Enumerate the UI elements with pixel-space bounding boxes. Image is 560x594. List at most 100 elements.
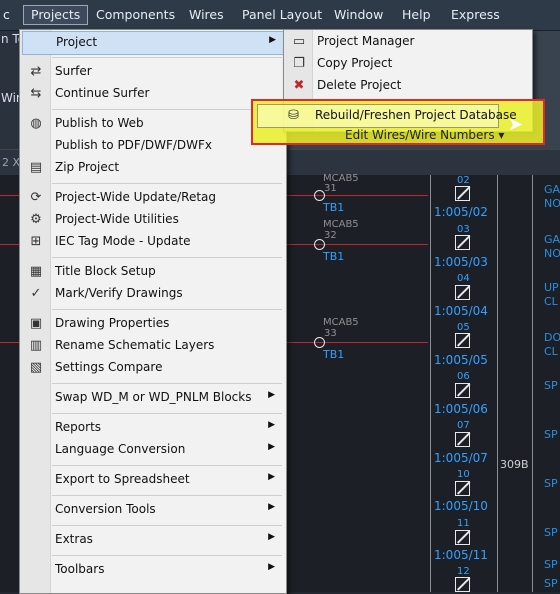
menu-separator xyxy=(52,413,282,414)
iec-tag-icon: ⊞ xyxy=(30,234,42,249)
menu-item-label: Publish to Web xyxy=(55,116,144,130)
terminal-box[interactable] xyxy=(455,285,470,300)
ref-number: 03 xyxy=(457,224,470,235)
submenu-item-label: Rebuild/Freshen Project Database xyxy=(315,108,517,122)
menu-separator xyxy=(52,57,282,58)
cross-reference[interactable]: 1:005/10 xyxy=(434,499,488,513)
terminal-box[interactable] xyxy=(455,186,470,201)
ribbon-fragment-2: Wir xyxy=(1,91,21,105)
menu-item-label: Project xyxy=(56,35,98,49)
ref-number: 10 xyxy=(457,469,470,480)
ref-number: 12 xyxy=(457,566,470,577)
delete-project-icon: ✖ xyxy=(293,78,305,93)
right-label: SP xyxy=(544,477,558,490)
rebuild-database-icon: ⛁ xyxy=(288,108,299,123)
menu-separator xyxy=(52,465,282,466)
menu-item-mark-verify[interactable]: ✓ Mark/Verify Drawings xyxy=(22,283,283,305)
menu-item-title-block-setup[interactable]: ▦ Title Block Setup xyxy=(22,261,283,283)
menu-separator xyxy=(52,495,282,496)
mouse-cursor-icon: ➤ xyxy=(508,114,524,135)
drawing-properties-icon: ▣ xyxy=(29,316,43,331)
menu-item-iec-tag-mode[interactable]: ⊞ IEC Tag Mode - Update xyxy=(22,231,283,253)
cross-reference[interactable]: 1:005/02 xyxy=(434,205,488,219)
menu-item-label: Rename Schematic Layers xyxy=(55,338,215,352)
terminal-box[interactable] xyxy=(455,333,470,348)
menu-item-drawing-properties[interactable]: ▣ Drawing Properties xyxy=(22,313,283,335)
submenu-arrow-icon: ▶ xyxy=(268,442,275,452)
projects-menu: Project ▶ ⇄ Surfer ⇆ Continue Surfer ◍ P… xyxy=(19,29,287,594)
mcab-number: 32 xyxy=(324,230,337,241)
menu-components[interactable]: Components xyxy=(89,6,182,24)
terminal-box[interactable] xyxy=(455,530,470,545)
menu-item-extras[interactable]: Extras ▶ xyxy=(22,529,283,551)
cross-reference[interactable]: 1:005/05 xyxy=(434,353,488,367)
right-label: SP xyxy=(544,558,558,571)
terminal-box[interactable] xyxy=(455,432,470,447)
menu-separator xyxy=(52,257,282,258)
menu-item-project-wide-utilities[interactable]: ⚙ Project-Wide Utilities xyxy=(22,209,283,231)
submenu-item-label: Copy Project xyxy=(317,56,393,70)
menu-separator xyxy=(52,525,282,526)
project-manager-icon: ▭ xyxy=(292,34,306,49)
menu-item-label: Settings Compare xyxy=(55,360,163,374)
submenu-item-project-manager[interactable]: ▭ Project Manager xyxy=(286,31,529,53)
cross-reference[interactable]: 1:005/04 xyxy=(434,304,488,318)
menu-item-export-to-spreadsheet[interactable]: Export to Spreadsheet ▶ xyxy=(22,469,283,491)
cross-reference[interactable]: 1:005/06 xyxy=(434,402,488,416)
terminal-box[interactable] xyxy=(455,235,470,250)
menu-projects[interactable]: Projects xyxy=(23,5,89,25)
menu-item-swap-blocks[interactable]: Swap WD_M or WD_PNLM Blocks ▶ xyxy=(22,387,283,409)
mcab-number: 31 xyxy=(324,183,337,194)
menu-item-toolbars[interactable]: Toolbars ▶ xyxy=(22,559,283,581)
menu-item-conversion-tools[interactable]: Conversion Tools ▶ xyxy=(22,499,283,521)
menu-separator xyxy=(52,383,282,384)
right-label: CL xyxy=(544,345,558,358)
menu-item-project[interactable]: Project ▶ xyxy=(22,31,285,55)
menu-express[interactable]: Express xyxy=(444,6,507,24)
utilities-icon: ⚙ xyxy=(30,212,42,227)
submenu-item-rebuild-database[interactable]: ⛁ Rebuild/Freshen Project Database xyxy=(257,104,517,128)
menu-item-publish-pdf[interactable]: Publish to PDF/DWF/DWFx xyxy=(22,135,283,157)
menu-item-label: Swap WD_M or WD_PNLM Blocks xyxy=(55,390,252,404)
mcab-number: 33 xyxy=(324,328,337,339)
mcab-label: MCAB5 xyxy=(323,317,359,328)
rail-line xyxy=(497,175,498,592)
menu-item-project-wide-update[interactable]: ⟳ Project-Wide Update/Retag xyxy=(22,187,283,209)
submenu-arrow-icon: ▶ xyxy=(268,472,275,482)
submenu-item-copy-project[interactable]: ❐ Copy Project xyxy=(286,53,529,75)
menu-window[interactable]: Window xyxy=(327,6,390,24)
submenu-arrow-icon: ▶ xyxy=(268,532,275,542)
menu-item-zip-project[interactable]: ▤ Zip Project xyxy=(22,157,283,179)
submenu-item-label: Project Manager xyxy=(317,34,415,48)
cross-reference[interactable]: 1:005/07 xyxy=(434,451,488,465)
settings-compare-icon: ▧ xyxy=(29,360,43,375)
terminal-box[interactable] xyxy=(455,577,470,592)
menu-item-language-conversion[interactable]: Language Conversion ▶ xyxy=(22,439,283,461)
edit-wires-label-text: Edit Wires/Wire Numbers xyxy=(345,128,495,142)
menu-item-rename-schematic-layers[interactable]: ▥ Rename Schematic Layers xyxy=(22,335,283,357)
menu-item-reports[interactable]: Reports ▶ xyxy=(22,417,283,439)
submenu-item-delete-project[interactable]: ✖ Delete Project xyxy=(286,75,529,97)
menu-item-label: Extras xyxy=(55,532,93,546)
surfer-icon: ⇄ xyxy=(30,64,42,79)
title-block-icon: ▦ xyxy=(29,264,43,279)
menu-c[interactable]: c xyxy=(0,6,17,24)
cross-reference[interactable]: 1:005/03 xyxy=(434,255,488,269)
wire-number-label[interactable]: 309B xyxy=(500,458,529,471)
tb-label: TB1 xyxy=(323,348,345,361)
menu-wires[interactable]: Wires xyxy=(182,6,231,24)
cross-reference[interactable]: 1:005/11 xyxy=(434,548,488,562)
menu-item-continue-surfer[interactable]: ⇆ Continue Surfer xyxy=(22,83,283,105)
update-retag-icon: ⟳ xyxy=(30,190,42,205)
menu-help[interactable]: Help xyxy=(395,6,438,24)
menu-item-surfer[interactable]: ⇄ Surfer xyxy=(22,61,283,83)
right-label: GA xyxy=(544,233,560,246)
menu-panel-layout[interactable]: Panel Layout xyxy=(235,6,329,24)
ref-number: 02 xyxy=(457,175,470,186)
menu-item-settings-compare[interactable]: ▧ Settings Compare xyxy=(22,357,283,379)
menu-item-publish-to-web[interactable]: ◍ Publish to Web xyxy=(22,113,283,135)
terminal-box[interactable] xyxy=(455,481,470,496)
terminal-box[interactable] xyxy=(455,383,470,398)
edit-wires-panel-label[interactable]: Edit Wires/Wire Numbers ▾ xyxy=(345,128,504,142)
mark-verify-icon: ✓ xyxy=(30,286,42,301)
